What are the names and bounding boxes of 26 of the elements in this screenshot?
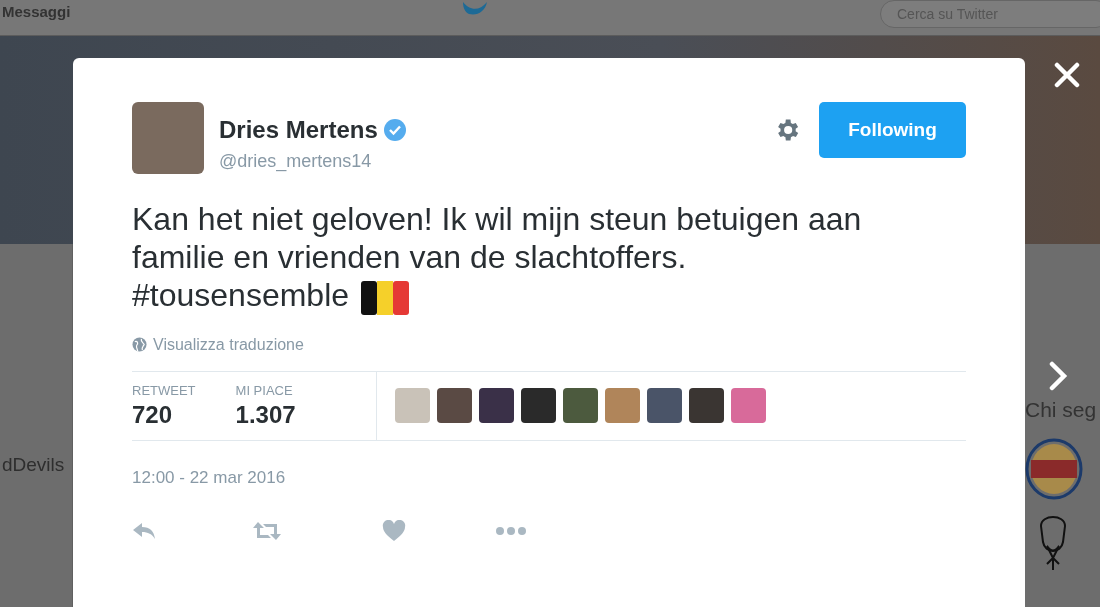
- liker-avatar-placeholder[interactable]: [437, 388, 472, 424]
- globe-icon: [132, 337, 147, 353]
- stat-label: RETWEET: [132, 381, 196, 400]
- tweet-timestamp: 12:00 - 22 mar 2016: [132, 467, 286, 487]
- author-name[interactable]: Dries Mertens: [219, 112, 378, 148]
- who-to-follow-heading: Chi seg: [1025, 397, 1097, 423]
- author-handle[interactable]: @dries_mertens14: [219, 148, 407, 175]
- stat-count[interactable]: 1.307: [235, 400, 296, 431]
- stat-label: MI PIACE: [235, 381, 294, 400]
- heart-icon[interactable]: [382, 520, 406, 543]
- tweet-text: Kan het niet geloven! Ik wil mijn steun betuigen aan familie en vrienden van de slachtoffers. #tousensemble: [132, 200, 863, 315]
- messages-link[interactable]: Messaggi: [2, 1, 71, 24]
- belgian-flag-icon: [361, 280, 410, 315]
- close-icon[interactable]: [1054, 62, 1080, 88]
- translate-link[interactable]: Visualizza traduzione: [153, 332, 304, 357]
- liker-avatar-placeholder[interactable]: [563, 388, 598, 424]
- liker-avatar-placeholder[interactable]: [647, 388, 682, 424]
- account-name[interactable]: dDevils: [2, 451, 72, 480]
- stat-count[interactable]: 720: [132, 400, 196, 431]
- liker-avatar-placeholder[interactable]: [521, 388, 556, 424]
- retweet-icon[interactable]: [252, 521, 282, 542]
- next-chevron-icon[interactable]: [1048, 361, 1068, 391]
- liker-avatar-placeholder[interactable]: [479, 388, 514, 424]
- follow-button[interactable]: Following: [819, 102, 966, 158]
- liker-avatar-placeholder[interactable]: [689, 388, 724, 424]
- more-options-icon[interactable]: [496, 526, 526, 537]
